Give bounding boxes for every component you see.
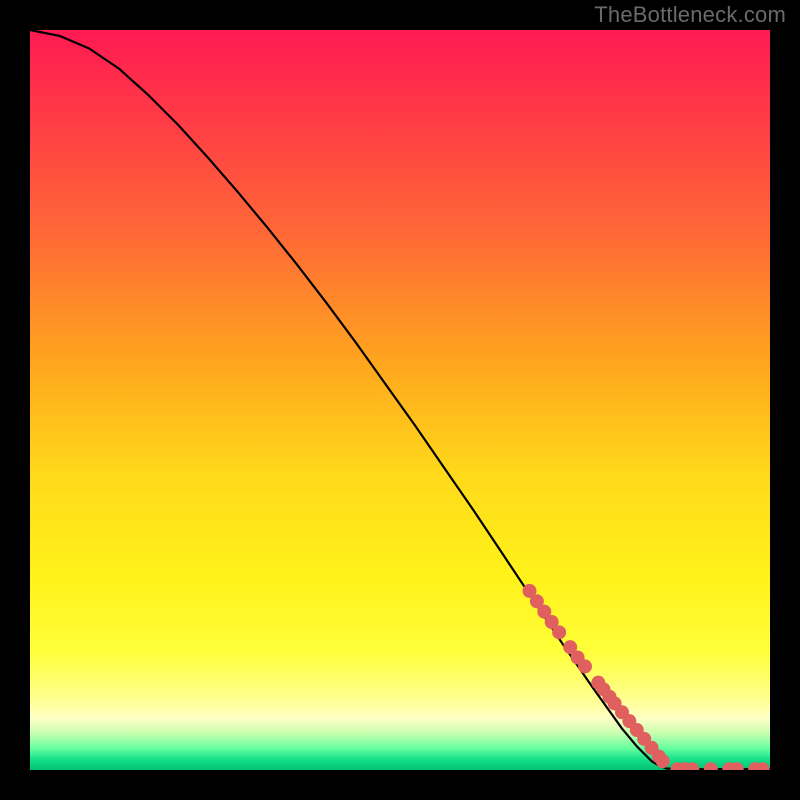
main-curve bbox=[30, 30, 770, 769]
watermark-text: TheBottleneck.com bbox=[594, 2, 786, 28]
highlight-marker bbox=[704, 762, 718, 770]
marker-group bbox=[523, 584, 770, 770]
highlight-marker bbox=[578, 659, 592, 673]
highlight-marker bbox=[552, 625, 566, 639]
plot-area bbox=[30, 30, 770, 770]
chart-container: TheBottleneck.com bbox=[0, 0, 800, 800]
highlight-marker bbox=[656, 754, 670, 768]
chart-svg bbox=[30, 30, 770, 770]
